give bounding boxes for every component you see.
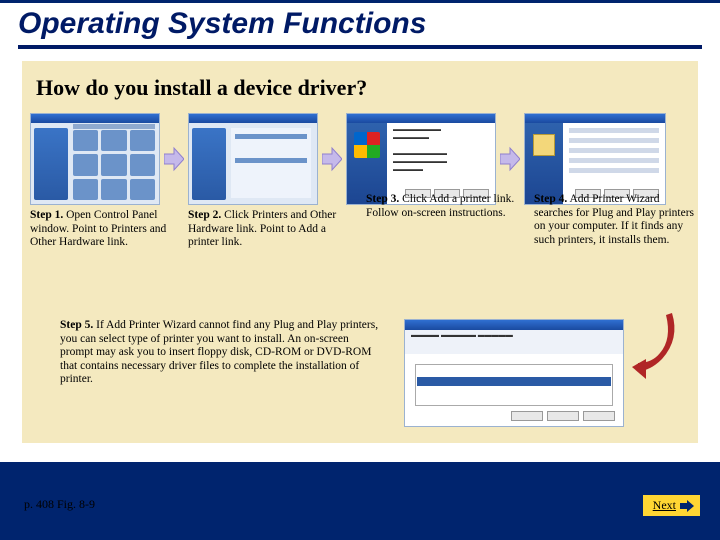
page-title: Operating System Functions <box>18 7 702 41</box>
arrow-icon <box>500 113 520 205</box>
footer-reference: p. 408 Fig. 8-9 <box>24 497 95 512</box>
footer-bar <box>0 462 720 540</box>
step-5-row: Step 5. If Add Printer Wizard cannot fin… <box>60 319 670 427</box>
step-1-text: Step 1. Open Control Panel window. Point… <box>30 209 180 250</box>
screenshot-printers-hardware: Add a printer link <box>188 113 318 205</box>
step-2-text: Step 2. Click Printers and Other Hardwar… <box>188 209 358 250</box>
screenshot-add-printer-wizard-search <box>524 113 666 205</box>
subtitle: How do you install a device driver? <box>36 75 367 101</box>
steps-grid: Step 1. Open Control Panel window. Point… <box>30 209 690 250</box>
title-rule <box>18 45 702 49</box>
step-5-text: Step 5. If Add Printer Wizard cannot fin… <box>60 319 380 387</box>
next-button[interactable]: Next <box>643 495 700 516</box>
screenshot-control-panel <box>30 113 160 205</box>
step-4-text: Step 4. Add Printer Wizard searches for … <box>534 193 694 250</box>
screenshot-add-printer-wizard-intro: ▬▬▬▬▬▬▬▬▬▬▬▬▬▬▬▬▬▬▬▬▬▬▬▬▬▬▬▬▬▬▬▬▬▬▬▬▬ <box>346 113 496 205</box>
arrow-icon <box>164 113 184 205</box>
arrow-right-icon <box>680 500 694 512</box>
screenshot-row: Add a printer link ▬▬▬▬▬▬▬▬▬▬▬▬▬▬▬▬▬▬▬▬▬… <box>30 113 690 205</box>
content-panel: How do you install a device driver? Add … <box>22 61 698 443</box>
arrow-icon <box>322 113 342 205</box>
next-button-label: Next <box>653 498 676 513</box>
step-3-text: Step 3. Click Add a printer link. Follow… <box>366 193 526 250</box>
screenshot-install-driver: ▬▬▬▬ ▬▬▬▬▬ ▬▬▬▬▬ <box>404 319 624 427</box>
swoosh-icon <box>632 309 680 386</box>
